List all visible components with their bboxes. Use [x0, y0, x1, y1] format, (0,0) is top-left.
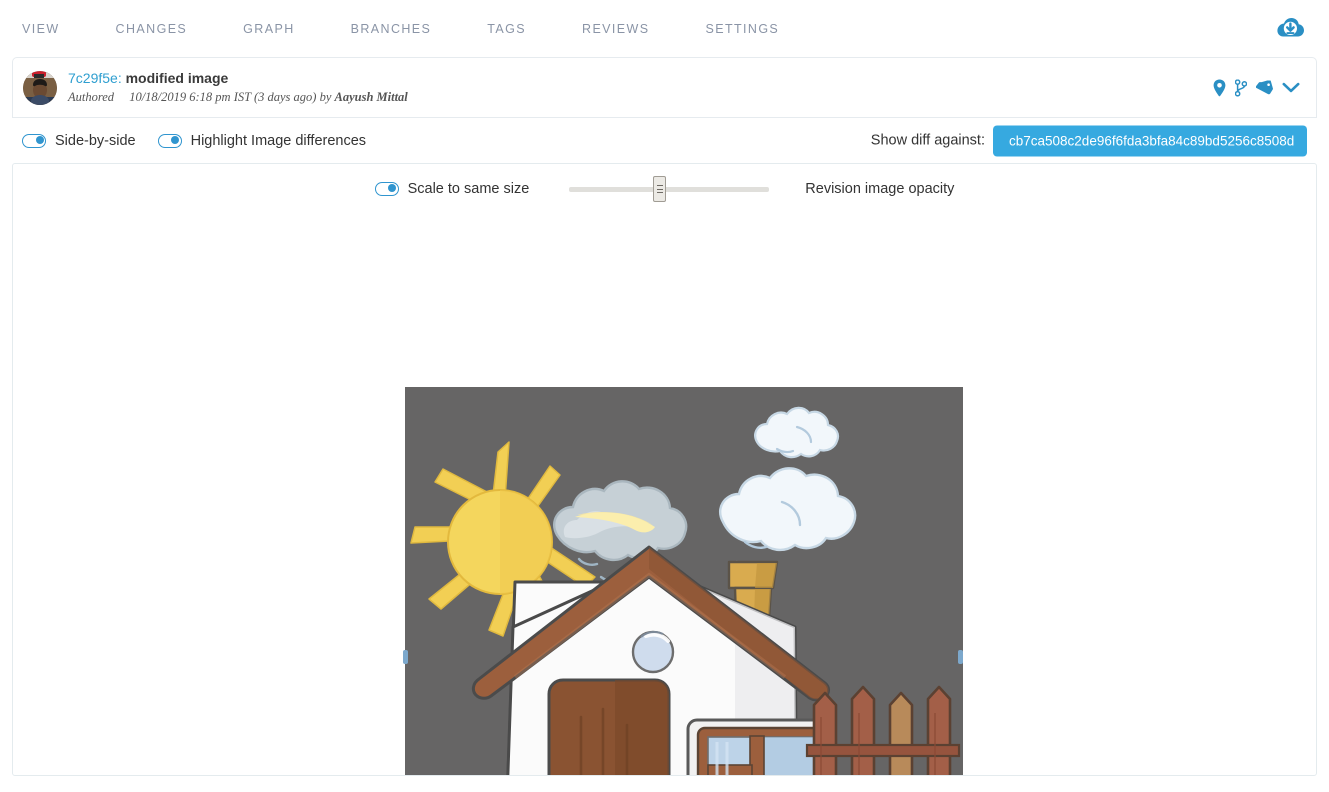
commit-summary-card: 7c29f5e: modified image Authored 10/18/2… [12, 57, 1317, 118]
top-navigation: VIEW CHANGES GRAPH BRANCHES TAGS REVIEWS… [0, 0, 1329, 57]
side-by-side-switch[interactable] [22, 133, 46, 148]
house-illustration[interactable] [405, 387, 963, 775]
image-stage [394, 387, 963, 775]
image-diff-panel: Scale to same size Revision image opacit… [12, 163, 1317, 776]
tab-view[interactable]: VIEW [22, 22, 60, 36]
toggle-knob [35, 135, 44, 144]
highlight-differences-toggle[interactable]: Highlight Image differences [157, 132, 367, 149]
tab-settings[interactable]: SETTINGS [705, 22, 779, 36]
attic-window [631, 630, 675, 674]
show-diff-against: Show diff against: cb7ca508c2de96f6fda3b… [871, 125, 1307, 156]
viewer-controls: Scale to same size Revision image opacit… [13, 164, 1316, 206]
highlight-differences-switch[interactable] [157, 133, 182, 148]
tab-branches[interactable]: BRANCHES [351, 22, 432, 36]
revision-opacity-label: Revision image opacity [805, 181, 955, 197]
slider-track[interactable] [569, 186, 770, 192]
revision-opacity-slider[interactable] [569, 176, 770, 202]
tab-changes[interactable]: CHANGES [116, 22, 188, 36]
location-pin-icon[interactable] [1213, 79, 1226, 96]
tab-graph[interactable]: GRAPH [243, 22, 294, 36]
side-by-side-label: Side-by-side [55, 132, 136, 149]
door [547, 678, 671, 775]
image-resize-handle-right[interactable] [958, 650, 963, 664]
diff-options-bar: Side-by-side Highlight Image differences… [12, 118, 1317, 163]
commit-author: Aayush Mittal [334, 90, 408, 104]
scale-to-same-size-switch[interactable] [374, 182, 399, 196]
authored-label: Authored [68, 90, 115, 104]
branch-icon[interactable] [1235, 79, 1247, 96]
commit-meta: Authored 10/18/2019 6:18 pm IST (3 days … [68, 88, 408, 106]
side-by-side-toggle[interactable]: Side-by-side [22, 133, 136, 149]
commit-headline: 7c29f5e: modified image [68, 69, 408, 88]
tag-icon[interactable] [1256, 80, 1273, 95]
slider-handle[interactable] [653, 176, 667, 202]
image-resize-handle-left[interactable] [403, 650, 408, 664]
highlight-differences-label: Highlight Image differences [190, 132, 367, 149]
scale-to-same-size-label: Scale to same size [407, 181, 530, 197]
avatar [23, 70, 57, 105]
chevron-down-icon[interactable] [1282, 81, 1300, 94]
toggle-knob [171, 135, 180, 144]
commit-message: modified image [125, 70, 229, 86]
cloud-download-icon[interactable] [1273, 11, 1307, 45]
diff-against-hash-chip[interactable]: cb7ca508c2de96f6fda3bfa84c89bd5256c8508d [993, 125, 1307, 156]
tab-reviews[interactable]: REVIEWS [582, 22, 649, 36]
scale-to-same-size-toggle[interactable]: Scale to same size [374, 181, 530, 197]
toggle-knob [388, 184, 397, 192]
tab-tags[interactable]: TAGS [487, 22, 526, 36]
show-diff-against-label: Show diff against: [870, 132, 985, 149]
commit-hash-link[interactable]: 7c29f5e: [68, 70, 122, 86]
commit-texts: 7c29f5e: modified image Authored 10/18/2… [68, 69, 408, 106]
commit-timestamp: 10/18/2019 6:18 pm IST (3 days ago) by [129, 90, 332, 104]
commit-actions [1213, 79, 1300, 96]
